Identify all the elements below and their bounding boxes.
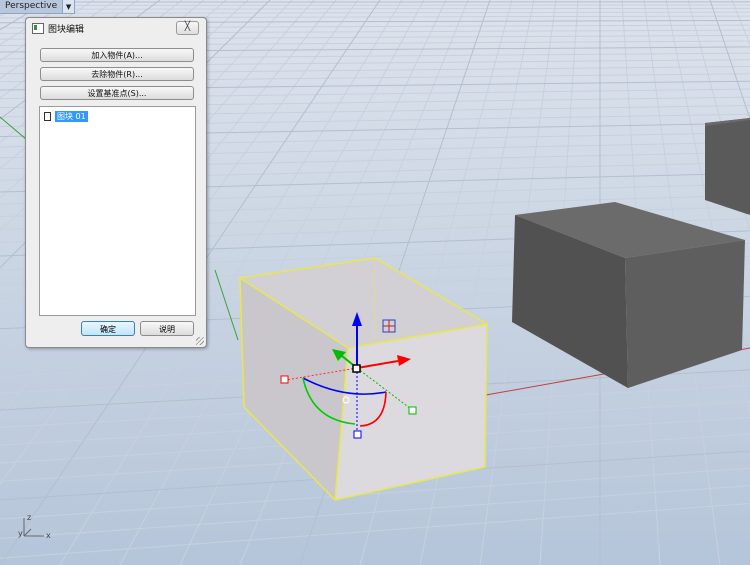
set-base-point-button[interactable]: 设置基准点(S)... [40, 86, 194, 100]
dialog-title: 图块编辑 [48, 24, 85, 35]
list-item[interactable]: 图块 01 [44, 110, 195, 122]
app-icon [32, 22, 44, 34]
document-icon [44, 111, 51, 121]
resize-grip-icon[interactable] [196, 337, 204, 345]
gumball-center-handle[interactable] [352, 364, 361, 373]
triangle-down-icon[interactable]: ▼ [62, 0, 75, 13]
axis-label-z: z [27, 513, 31, 522]
remove-objects-button[interactable]: 去除物件(R)... [40, 67, 194, 81]
add-objects-button[interactable]: 加入物件(A)... [40, 48, 194, 62]
dialog-titlebar[interactable]: 图块编辑 ╳ [26, 18, 206, 38]
viewport-title-tab[interactable]: Perspective ▼ [0, 0, 76, 14]
viewport-title[interactable]: Perspective [0, 0, 62, 13]
close-button[interactable]: ╳ [176, 21, 199, 35]
ok-button[interactable]: 确定 [81, 321, 135, 336]
gumball-y-scale-handle[interactable] [408, 406, 417, 415]
box-far-right[interactable] [705, 118, 750, 215]
block-edit-dialog: 图块编辑 ╳ 加入物件(A)... 去除物件(R)... 设置基准点(S)...… [25, 17, 207, 348]
list-item-label[interactable]: 图块 01 [55, 110, 88, 122]
gumball-x-scale-handle[interactable] [280, 375, 289, 384]
gumball-z-scale-handle[interactable] [353, 430, 362, 439]
block-list[interactable]: 图块 01 [39, 106, 196, 316]
help-button[interactable]: 说明 [140, 321, 194, 336]
axis-label-y: y [18, 529, 23, 538]
axis-label-x: x [46, 531, 51, 540]
